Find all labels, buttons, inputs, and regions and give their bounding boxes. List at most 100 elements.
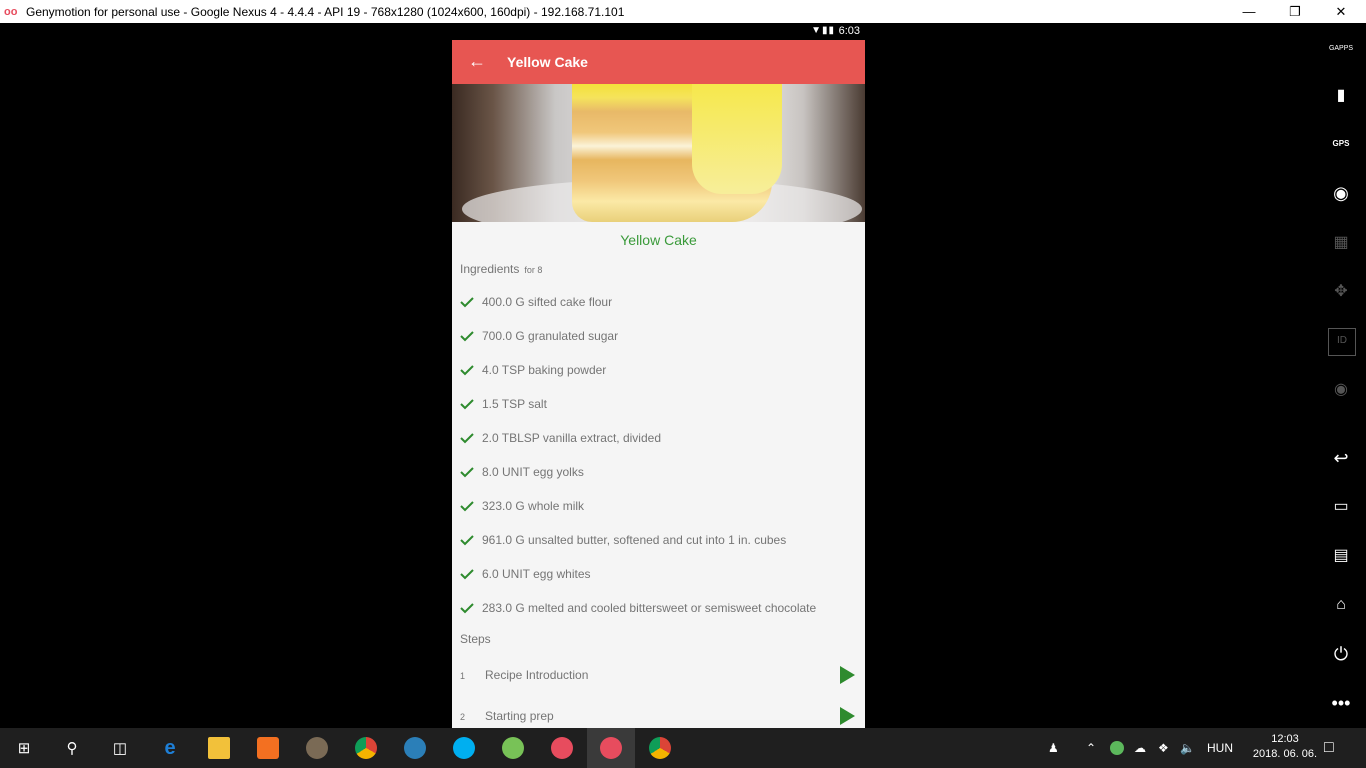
ingredient-text: 323.0 G whole milk	[482, 499, 585, 513]
ingredient-text: 961.0 G unsalted butter, softened and cu…	[482, 533, 787, 547]
check-icon	[460, 399, 474, 410]
window-title: Genymotion for personal use - Google Nex…	[26, 4, 625, 19]
check-icon	[460, 569, 474, 580]
genymotion-logo-icon: oo	[4, 5, 18, 18]
ingredient-text: 4.0 TSP baking powder	[482, 363, 607, 377]
step-label: Starting prep	[485, 709, 554, 723]
disk-icon[interactable]: ◉	[1328, 377, 1354, 403]
step-label: Recipe Introduction	[485, 668, 589, 682]
recent-apps-icon[interactable]: ▭	[1328, 494, 1354, 520]
chrome-icon[interactable]	[342, 728, 390, 768]
ingredient-item: 961.0 G unsalted butter, softened and cu…	[460, 530, 786, 550]
minimize-button[interactable]: —	[1226, 0, 1272, 23]
ingredient-text: 2.0 TBLSP vanilla extract, divided	[482, 431, 661, 445]
dpad-icon[interactable]: ✥	[1328, 279, 1354, 305]
webcam-icon[interactable]: ◉	[1328, 180, 1354, 206]
onedrive-icon[interactable]: ☁	[1134, 728, 1146, 768]
play-icon[interactable]	[840, 666, 855, 684]
ingredient-item: 4.0 TSP baking powder	[460, 360, 606, 380]
gps-label: GPS	[1332, 139, 1350, 148]
step-item[interactable]: 2 Starting prep	[460, 705, 855, 728]
network-tray-icon[interactable]	[1110, 728, 1124, 768]
ingredient-item: 8.0 UNIT egg yolks	[460, 462, 584, 482]
search-icon[interactable]: ⚲	[48, 728, 96, 768]
arrow-back-icon[interactable]: ←	[468, 51, 486, 72]
back-icon[interactable]: ↩	[1328, 445, 1354, 471]
network-app-icon[interactable]	[391, 728, 439, 768]
power-icon[interactable]: ⏻	[1328, 641, 1354, 667]
battery-icon[interactable]: ▮	[1328, 83, 1354, 109]
file-explorer-icon[interactable]	[195, 728, 243, 768]
step-item[interactable]: 1 Recipe Introduction	[460, 664, 855, 688]
check-icon	[460, 297, 474, 308]
android-status-bar: ▼▮▮ 6:03	[452, 23, 865, 40]
check-icon	[460, 365, 474, 376]
phone-screen: ▼▮▮ 6:03 ← Yellow Cake Yellow Cake Ingre…	[452, 23, 865, 728]
window-titlebar: oo Genymotion for personal use - Google …	[0, 0, 1366, 23]
ingredient-item: 400.0 G sifted cake flour	[460, 292, 612, 312]
taskbar-clock[interactable]: 12:03 2018. 06. 06.	[1250, 732, 1320, 762]
capture-icon[interactable]: ▦	[1328, 230, 1354, 256]
ingredient-item: 283.0 G melted and cooled bittersweet or…	[460, 598, 816, 618]
ingredient-item: 700.0 G granulated sugar	[460, 326, 618, 346]
ingredients-label: Ingredients	[460, 262, 520, 276]
ingredient-text: 6.0 UNIT egg whites	[482, 567, 591, 581]
ingredient-item: 1.5 TSP salt	[460, 394, 547, 414]
ingredient-text: 400.0 G sifted cake flour	[482, 295, 613, 309]
start-button[interactable]: ⊞	[0, 728, 48, 768]
language-indicator[interactable]: HUN	[1207, 728, 1233, 768]
ingredients-header: Ingredients for 8	[460, 262, 542, 276]
gapps-icon[interactable]: GAPPS	[1328, 35, 1354, 61]
status-icons: ▼▮▮	[811, 25, 835, 36]
volume-icon[interactable]: 🔈	[1180, 728, 1195, 768]
play-icon[interactable]	[840, 707, 855, 725]
skype-icon[interactable]	[440, 728, 488, 768]
id-icon[interactable]: ID	[1328, 328, 1356, 356]
close-button[interactable]: ✕	[1318, 0, 1364, 23]
ingredient-text: 700.0 G granulated sugar	[482, 329, 619, 343]
clock-time: 12:03	[1271, 733, 1299, 745]
android-studio-icon[interactable]	[489, 728, 537, 768]
more-icon[interactable]: •••	[1328, 690, 1354, 716]
icing-shape	[692, 84, 782, 194]
check-icon	[460, 433, 474, 444]
clock-date: 2018. 06. 06.	[1252, 748, 1318, 760]
ingredient-item: 323.0 G whole milk	[460, 496, 584, 516]
chrome-icon-2[interactable]	[636, 728, 684, 768]
notification-icon[interactable]: □	[1324, 728, 1334, 768]
recipe-title: Yellow Cake	[620, 232, 697, 248]
app-bar: ← Yellow Cake	[452, 40, 865, 84]
xampp-icon[interactable]	[244, 728, 292, 768]
step-number: 2	[460, 712, 466, 722]
people-icon[interactable]: ♟	[1048, 728, 1059, 768]
check-icon	[460, 467, 474, 478]
home-icon[interactable]: ⌂	[1328, 592, 1354, 618]
genymotion-player-icon[interactable]	[587, 728, 635, 768]
genymotion-toolbar: GAPPS ▮ GPS ◉ ▦ ✥ ID ◉ ↩ ▭ ▤ ⌂ ⏻ •••	[1316, 23, 1366, 728]
recipe-image	[452, 84, 865, 222]
task-view-icon[interactable]: ◫	[96, 728, 144, 768]
gimp-icon[interactable]	[293, 728, 341, 768]
ingredient-item: 2.0 TBLSP vanilla extract, divided	[460, 428, 661, 448]
restore-button[interactable]: ❐	[1272, 0, 1318, 23]
ingredient-text: 283.0 G melted and cooled bittersweet or…	[482, 601, 817, 615]
check-icon	[460, 331, 474, 342]
gps-icon[interactable]: GPS	[1328, 131, 1354, 157]
chevron-up-icon[interactable]: ⌃	[1086, 728, 1096, 768]
gapps-label: GAPPS	[1328, 45, 1354, 52]
dropbox-icon[interactable]: ❖	[1158, 728, 1169, 768]
check-icon	[460, 535, 474, 546]
servings-label: for 8	[524, 265, 543, 275]
ingredient-text: 8.0 UNIT egg yolks	[482, 465, 584, 479]
app-bar-title: Yellow Cake	[507, 54, 588, 70]
windows-taskbar: ⊞ ⚲ ◫ e ♟ ⌃ ☁ ❖ 🔈 HUN 12:03 2018. 06. 06…	[0, 728, 1366, 768]
check-icon	[460, 501, 474, 512]
status-time: 6:03	[838, 25, 860, 37]
check-icon	[460, 603, 474, 614]
edge-icon[interactable]: e	[146, 728, 194, 768]
steps-header: Steps	[460, 632, 491, 646]
menu-icon[interactable]: ▤	[1328, 543, 1354, 569]
ingredient-item: 6.0 UNIT egg whites	[460, 564, 591, 584]
step-number: 1	[460, 671, 466, 681]
genymotion-icon[interactable]	[538, 728, 586, 768]
